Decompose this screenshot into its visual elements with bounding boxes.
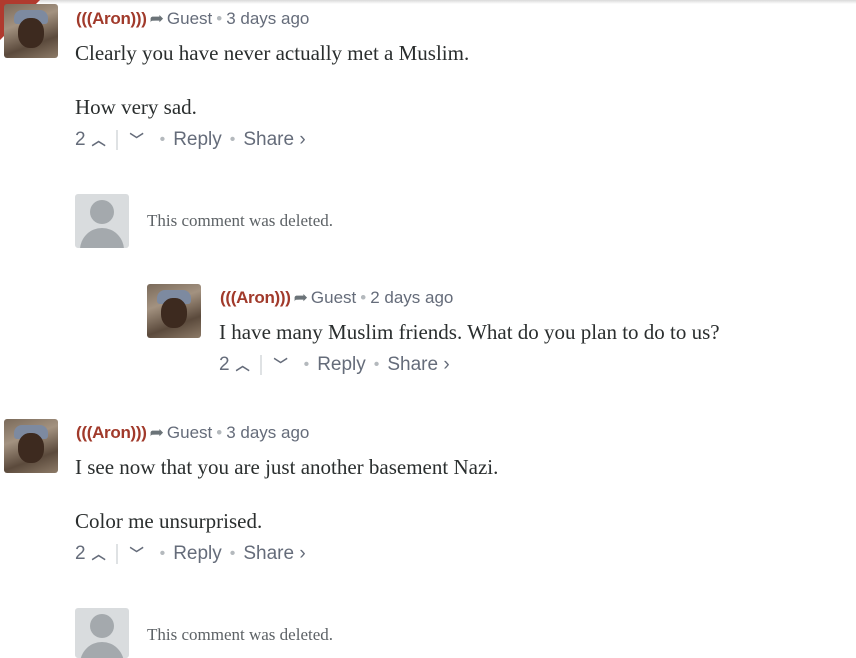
reply-button[interactable]: Reply (317, 354, 366, 376)
chevron-down-icon[interactable]: ﹀ (274, 354, 288, 376)
share-button[interactable]: Share › (243, 129, 305, 151)
user-placeholder-icon (75, 608, 129, 658)
chevron-down-icon[interactable]: ﹀ (130, 543, 144, 565)
arrow-right-curved-icon: ➦ (149, 9, 164, 28)
reply-target[interactable]: Guest (167, 9, 212, 28)
comment-footer: 2 ︿ ﹀ • Reply • Share › (219, 354, 450, 376)
arrow-right-curved-icon: ➦ (293, 288, 308, 307)
comment-footer: 2 ︿ ﹀ • Reply • Share › (75, 543, 306, 565)
top-shadow (0, 0, 856, 4)
avatar[interactable] (4, 419, 58, 473)
comment-text: How very sad. (75, 95, 197, 119)
meta-separator: • (216, 9, 223, 28)
vote-count: 2 (75, 543, 86, 564)
footer-separator: • (303, 356, 310, 373)
comment-meta: (((Aron))) ➦ Guest • 3 days ago (76, 423, 309, 443)
deleted-notice: This comment was deleted. (147, 625, 334, 644)
author-name[interactable]: (((Aron))) (76, 423, 147, 442)
chevron-up-icon[interactable]: ︿ (92, 129, 106, 151)
author-name[interactable]: (((Aron))) (220, 288, 291, 307)
chevron-down-icon[interactable]: ﹀ (130, 129, 144, 151)
comment-text: Color me unsurprised. (75, 509, 263, 533)
footer-separator: • (159, 545, 166, 562)
footer-separator: • (229, 545, 236, 562)
comment-meta: (((Aron))) ➦ Guest • 3 days ago (76, 9, 309, 29)
arrow-right-curved-icon: ➦ (149, 423, 164, 442)
chevron-up-icon[interactable]: ︿ (92, 543, 106, 565)
reply-button[interactable]: Reply (173, 129, 222, 151)
comment-meta: (((Aron))) ➦ Guest • 2 days ago (220, 288, 453, 308)
reply-button[interactable]: Reply (173, 543, 222, 565)
footer-separator: • (373, 356, 380, 373)
vote-divider (259, 355, 262, 375)
timestamp[interactable]: 3 days ago (226, 9, 309, 28)
reply-target[interactable]: Guest (311, 288, 356, 307)
user-placeholder-icon (75, 194, 129, 248)
footer-separator: • (159, 131, 166, 148)
vote-count: 2 (219, 354, 230, 375)
vote-count: 2 (75, 129, 86, 150)
chevron-up-icon[interactable]: ︿ (236, 354, 250, 376)
comment-text: I have many Muslim friends. What do you … (219, 320, 720, 344)
footer-separator: • (229, 131, 236, 148)
timestamp[interactable]: 2 days ago (370, 288, 453, 307)
timestamp[interactable]: 3 days ago (226, 423, 309, 442)
avatar[interactable] (4, 4, 58, 58)
share-button[interactable]: Share › (387, 354, 449, 376)
author-name[interactable]: (((Aron))) (76, 9, 147, 28)
avatar[interactable] (147, 284, 201, 338)
vote-divider (115, 130, 118, 150)
comment-footer: 2 ︿ ﹀ • Reply • Share › (75, 129, 306, 151)
vote-divider (115, 544, 118, 564)
comment-text: Clearly you have never actually met a Mu… (75, 41, 470, 65)
comment-text: I see now that you are just another base… (75, 455, 499, 479)
share-button[interactable]: Share › (243, 543, 305, 565)
deleted-notice: This comment was deleted. (147, 211, 334, 230)
reply-target[interactable]: Guest (167, 423, 212, 442)
meta-separator: • (360, 288, 367, 307)
meta-separator: • (216, 423, 223, 442)
